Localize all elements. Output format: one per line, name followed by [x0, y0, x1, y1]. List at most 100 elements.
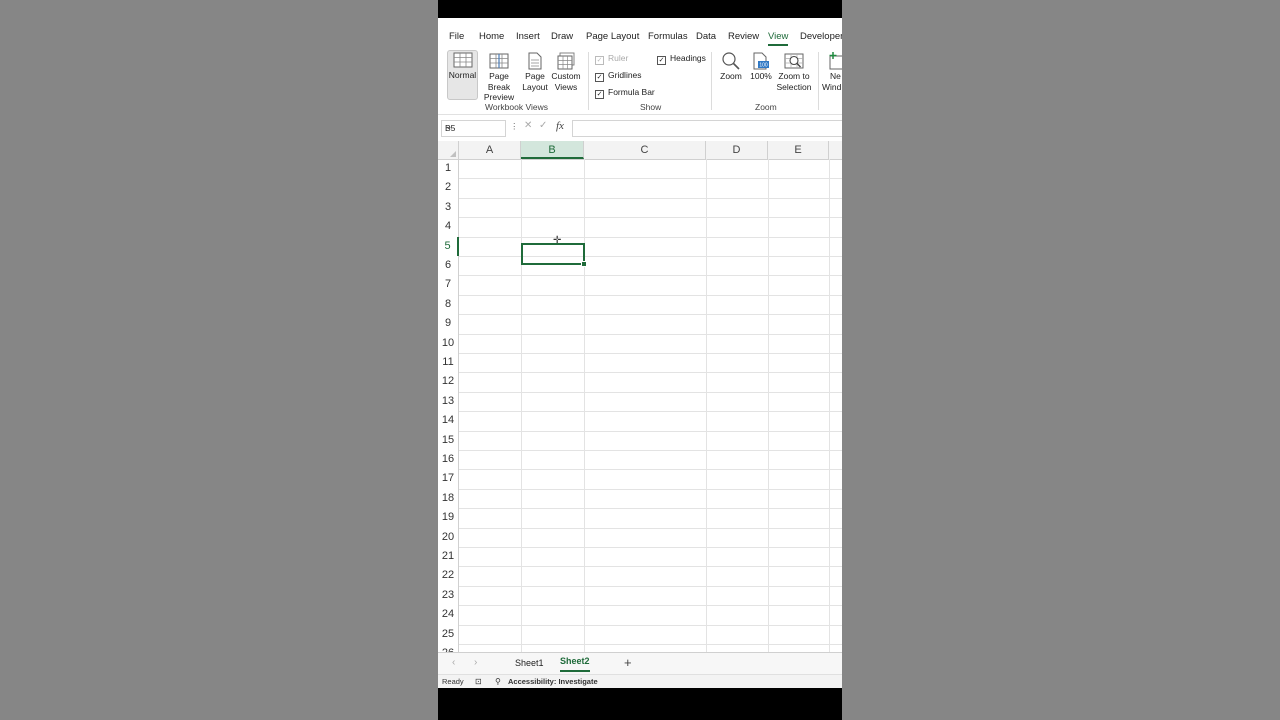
row-header-22[interactable]: 22 — [438, 566, 459, 586]
column-header-c[interactable]: C — [584, 141, 706, 159]
fill-handle[interactable] — [581, 261, 587, 267]
column-header-d[interactable]: D — [706, 141, 768, 159]
normal-view-icon — [453, 52, 472, 68]
row-header-2[interactable]: 2 — [438, 178, 459, 198]
chevron-left-icon[interactable]: ‹ — [452, 657, 455, 668]
row-header-16[interactable]: 16 — [438, 450, 459, 470]
row-header-25[interactable]: 25 — [438, 624, 459, 644]
row-gridline — [459, 644, 842, 645]
row-header-18[interactable]: 18 — [438, 488, 459, 509]
bottom-black-bar — [438, 688, 842, 720]
row-header-19[interactable]: 19 — [438, 508, 459, 528]
headings-checkbox[interactable]: ✓ Headings — [657, 53, 706, 65]
row-header-9[interactable]: 9 — [438, 314, 459, 334]
row-header-21[interactable]: 21 — [438, 547, 459, 567]
column-gridline — [521, 159, 522, 652]
row-header-12[interactable]: 12 — [438, 372, 459, 392]
formula-input[interactable] — [572, 120, 842, 137]
row-gridline — [459, 178, 842, 180]
zoom-to-selection-label-2: Selection — [776, 81, 812, 92]
column-gridline — [829, 159, 830, 652]
checkmark-icon: ✓ — [595, 56, 604, 65]
tab-draw[interactable]: Draw — [551, 31, 573, 42]
macro-record-icon[interactable]: ⊡ — [475, 677, 482, 686]
sheet-tab-bar: ‹ › Sheet1 Sheet2 + — [438, 652, 842, 675]
insert-function-icon[interactable]: fx — [556, 120, 564, 132]
page-break-preview-label-2: Preview — [483, 92, 515, 102]
page-break-preview-button[interactable]: Page Break Preview — [479, 52, 519, 103]
checkmark-icon: ✓ — [595, 90, 604, 99]
row-header-3[interactable]: 3 — [438, 197, 459, 218]
tab-developer[interactable]: Developer — [800, 31, 842, 42]
add-sheet-button[interactable]: + — [624, 655, 632, 670]
normal-view-button[interactable]: Normal — [447, 50, 478, 100]
chevron-right-icon[interactable]: › — [474, 657, 477, 668]
column-header-b[interactable]: B — [521, 141, 584, 159]
zoom-100-button[interactable]: 100 100% — [749, 52, 773, 82]
cancel-icon[interactable]: ✕ — [524, 120, 532, 131]
row-header-20[interactable]: 20 — [438, 527, 459, 547]
page-layout-button[interactable]: Page Layout — [522, 52, 548, 92]
sheet-tab-sheet2[interactable]: Sheet2 — [560, 656, 590, 666]
workbook-views-group-label: Workbook Views — [485, 102, 548, 112]
custom-views-label-1: Custom — [551, 71, 581, 81]
enter-check-icon[interactable]: ✓ — [539, 120, 547, 131]
row-header-14[interactable]: 14 — [438, 411, 459, 431]
row-header-13[interactable]: 13 — [438, 391, 459, 412]
selected-cell[interactable] — [521, 243, 585, 265]
ruler-label: Ruler — [608, 53, 629, 63]
row-header-7[interactable]: 7 — [438, 275, 459, 295]
more-options-icon[interactable]: ⋮ — [510, 121, 519, 132]
sheet-tab-sheet1[interactable]: Sheet1 — [515, 658, 544, 668]
row-gridline — [459, 411, 842, 413]
row-header-4[interactable]: 4 — [438, 217, 459, 237]
worksheet-grid[interactable]: A B C D E 1 2 3 4 5 6 7 8 9 10 11 12 13 14 15 16 17 18 19 2… — [438, 141, 842, 652]
tab-view[interactable]: View — [768, 31, 788, 42]
row-gridline — [459, 585, 842, 587]
column-gridline — [584, 159, 585, 652]
row-gridline — [459, 275, 842, 277]
column-header-e[interactable]: E — [768, 141, 829, 159]
row-header-24[interactable]: 24 — [438, 605, 459, 625]
row-header-8[interactable]: 8 — [438, 294, 459, 315]
accessibility-status[interactable]: Accessibility: Investigate — [508, 677, 598, 686]
show-group-label: Show — [640, 102, 662, 112]
row-header-1[interactable]: 1 — [438, 159, 459, 179]
column-header-a[interactable]: A — [459, 141, 521, 159]
row-header-23[interactable]: 23 — [438, 585, 459, 606]
gridlines-label: Gridlines — [608, 70, 642, 80]
ribbon-separator — [818, 52, 819, 110]
row-header-17[interactable]: 17 — [438, 469, 459, 489]
custom-views-icon — [557, 52, 575, 70]
tab-formulas[interactable]: Formulas — [648, 31, 688, 42]
tab-home[interactable]: Home — [479, 31, 504, 42]
row-header-5[interactable]: 5 — [438, 236, 459, 256]
select-all-corner[interactable] — [438, 141, 459, 159]
tab-page-layout[interactable]: Page Layout — [586, 31, 639, 42]
gridlines-checkbox[interactable]: ✓ Gridlines — [595, 70, 642, 82]
custom-views-button[interactable]: Custom Views — [551, 52, 581, 92]
tab-insert[interactable]: Insert — [516, 31, 540, 42]
ruler-checkbox[interactable]: ✓ Ruler — [595, 53, 628, 65]
row-header-15[interactable]: 15 — [438, 430, 459, 450]
chevron-down-icon[interactable]: ⌄ — [445, 121, 502, 132]
formula-bar: B5 ⌄ ⋮ ✕ ✓ fx — [438, 119, 842, 137]
tab-review[interactable]: Review — [728, 31, 759, 42]
tab-data[interactable]: Data — [696, 31, 716, 42]
row-header-10[interactable]: 10 — [438, 333, 459, 353]
formula-bar-checkbox[interactable]: ✓ Formula Bar — [595, 87, 655, 99]
zoom-button[interactable]: Zoom — [718, 52, 744, 82]
zoom-to-selection-button[interactable]: Zoom to Selection — [775, 52, 813, 92]
new-window-button[interactable]: Ne Wind — [822, 52, 842, 92]
row-header-11[interactable]: 11 — [438, 353, 459, 373]
row-header-26[interactable]: 26 — [438, 644, 459, 652]
row-gridline — [459, 527, 842, 529]
tab-file[interactable]: File — [449, 31, 464, 42]
accessibility-icon: ⚲ — [495, 677, 501, 686]
new-window-label-1: Ne — [830, 71, 841, 81]
row-gridline — [459, 508, 842, 510]
name-box[interactable]: B5 ⌄ — [441, 120, 506, 137]
ribbon: Normal Page Break Preview Page Layout Cu… — [438, 46, 842, 115]
column-gridline — [768, 159, 769, 652]
row-header-6[interactable]: 6 — [438, 256, 459, 276]
